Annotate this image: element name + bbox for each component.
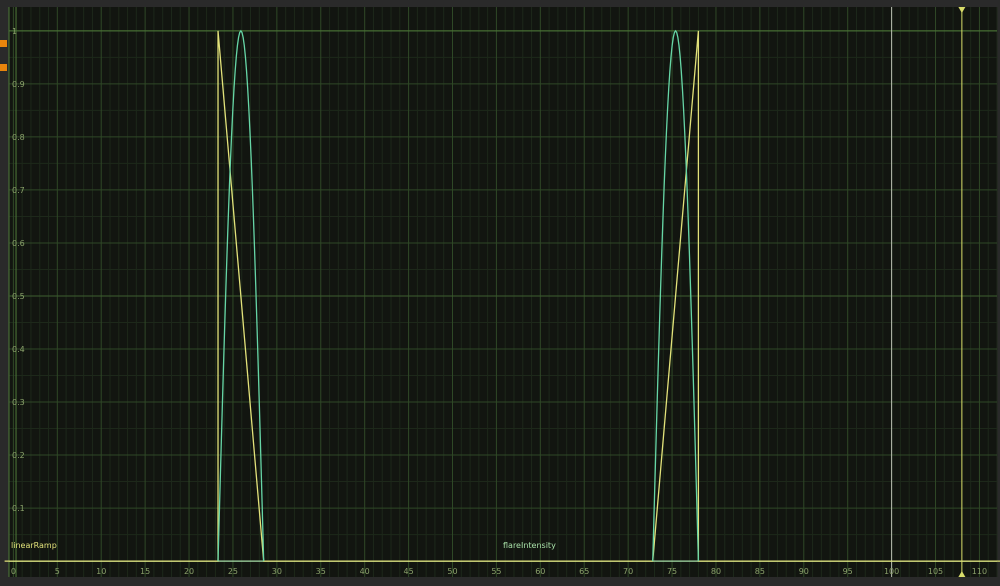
x-tick-label: 5 bbox=[55, 567, 60, 576]
x-tick-label: 30 bbox=[272, 567, 282, 576]
x-tick-label: 35 bbox=[316, 567, 326, 576]
x-tick-label: 100 bbox=[884, 567, 899, 576]
y-tick-label: 0.3 bbox=[12, 398, 25, 407]
x-tick-label: 105 bbox=[928, 567, 943, 576]
x-tick-label: 25 bbox=[228, 567, 238, 576]
x-tick-label: 80 bbox=[711, 567, 721, 576]
x-tick-label: 20 bbox=[184, 567, 194, 576]
x-tick-label: 15 bbox=[140, 567, 150, 576]
y-tick-label: 0.9 bbox=[12, 80, 25, 89]
x-tick-label: 110 bbox=[972, 567, 987, 576]
x-tick-label: 65 bbox=[579, 567, 589, 576]
x-tick-label: 45 bbox=[403, 567, 413, 576]
x-tick-label: 50 bbox=[447, 567, 457, 576]
x-tick-label: 85 bbox=[755, 567, 765, 576]
x-tick-label: 0 bbox=[11, 567, 16, 576]
y-tick-label: 0.5 bbox=[12, 292, 25, 301]
y-tick-label: 0.4 bbox=[12, 345, 25, 354]
x-tick-label: 95 bbox=[843, 567, 853, 576]
y-tick-label: 0.6 bbox=[12, 239, 25, 248]
x-tick-label: 55 bbox=[491, 567, 501, 576]
y-tick-label: 0.2 bbox=[12, 451, 25, 460]
y-tick-label: 0.8 bbox=[12, 133, 25, 142]
x-tick-label: 60 bbox=[535, 567, 545, 576]
y-tick-label: 0.7 bbox=[12, 186, 25, 195]
x-tick-label: 10 bbox=[96, 567, 106, 576]
x-tick-label: 70 bbox=[623, 567, 633, 576]
y-tick-label: 1 bbox=[12, 27, 17, 36]
key-marker-icon bbox=[0, 40, 7, 47]
curve-label-linear-ramp: linearRamp bbox=[11, 541, 57, 550]
x-tick-label: 75 bbox=[667, 567, 677, 576]
x-tick-label: 90 bbox=[799, 567, 809, 576]
x-tick-label: 40 bbox=[360, 567, 370, 576]
y-tick-label: 0.1 bbox=[12, 504, 25, 513]
curve-editor-graph[interactable]: 0 5 10 15 20 25 30 35 40 45 50 55 60 65 70 75 80 85 90 95 10… bbox=[0, 0, 1000, 586]
key-marker-icon bbox=[0, 64, 7, 71]
curve-label-flare-intensity: flareIntensity bbox=[503, 541, 556, 550]
plot-area[interactable] bbox=[9, 7, 997, 577]
